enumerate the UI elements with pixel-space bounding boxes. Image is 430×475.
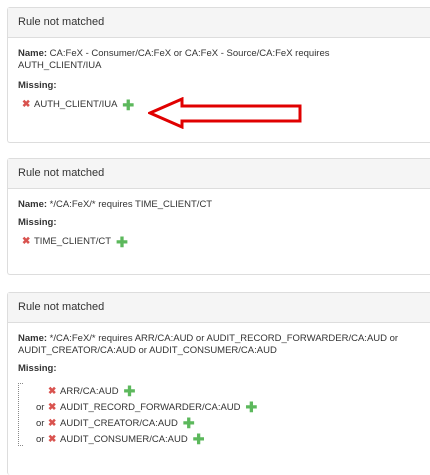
plus-icon[interactable]: ✚ (116, 235, 128, 249)
name-text: */CA:FeX/* requires ARR/CA:AUD or AUDIT_… (18, 333, 399, 356)
panel-header: Rule not matched (8, 159, 430, 189)
x-icon: ✖ (48, 417, 57, 429)
plus-icon[interactable]: ✚ (246, 400, 258, 414)
missing-item: ✖ TIME_CLIENT/CT ✚ (18, 235, 420, 249)
x-icon: ✖ (48, 385, 57, 397)
missing-label: Missing: (18, 363, 57, 374)
missing-item: or ✖ AUDIT_CREATOR/CA:AUD ✚ (18, 415, 420, 431)
rule-panel-2: Rule not matched Name: */CA:FeX/* requir… (7, 158, 430, 275)
or-requirement-list: ✖ ARR/CA:AUD ✚ or ✖ AUDIT_RECORD_FORWARD… (18, 383, 420, 447)
requirement-label: TIME_CLIENT/CT (34, 236, 112, 247)
requirement-label: AUDIT_CREATOR/CA:AUD (60, 417, 178, 429)
requirement-label: AUDIT_CONSUMER/CA:AUD (60, 433, 188, 445)
plus-icon[interactable]: ✚ (183, 416, 195, 430)
plus-icon[interactable]: ✚ (122, 98, 134, 112)
missing-item: or ✖ AUDIT_RECORD_FORWARDER/CA:AUD ✚ (18, 399, 420, 415)
panel-header: Rule not matched (8, 293, 430, 323)
missing-item: or ✖ AUDIT_CONSUMER/CA:AUD ✚ (18, 431, 420, 447)
rule-name: Name: */CA:FeX/* requires ARR/CA:AUD or … (18, 333, 428, 357)
rule-name: Name: CA:FeX - Consumer/CA:FeX or CA:FeX… (18, 48, 358, 72)
rule-panel-3: Rule not matched Name: */CA:FeX/* requir… (7, 292, 430, 475)
name-text: CA:FeX - Consumer/CA:FeX or CA:FeX - Sou… (18, 48, 330, 71)
x-icon: ✖ (22, 99, 31, 110)
name-label: Name: (18, 333, 48, 344)
requirement-label: AUTH_CLIENT/IUA (34, 99, 118, 110)
x-icon: ✖ (22, 236, 31, 247)
missing-label: Missing: (18, 217, 57, 228)
name-label: Name: (18, 199, 48, 210)
or-bracket (18, 383, 23, 446)
plus-icon[interactable]: ✚ (124, 384, 136, 398)
name-label: Name: (18, 48, 48, 59)
requirement-label: AUDIT_RECORD_FORWARDER/CA:AUD (60, 401, 241, 413)
rule-name: Name: */CA:FeX/* requires TIME_CLIENT/CT (18, 199, 420, 211)
annotation-arrow-icon (148, 97, 302, 129)
missing-label: Missing: (18, 80, 57, 91)
x-icon: ✖ (48, 401, 57, 413)
missing-item: ✖ ARR/CA:AUD ✚ (18, 383, 420, 399)
name-text: */CA:FeX/* requires TIME_CLIENT/CT (47, 199, 213, 210)
requirement-label: ARR/CA:AUD (60, 385, 119, 397)
plus-icon[interactable]: ✚ (193, 432, 205, 446)
x-icon: ✖ (48, 433, 57, 445)
panel-header: Rule not matched (8, 8, 430, 38)
